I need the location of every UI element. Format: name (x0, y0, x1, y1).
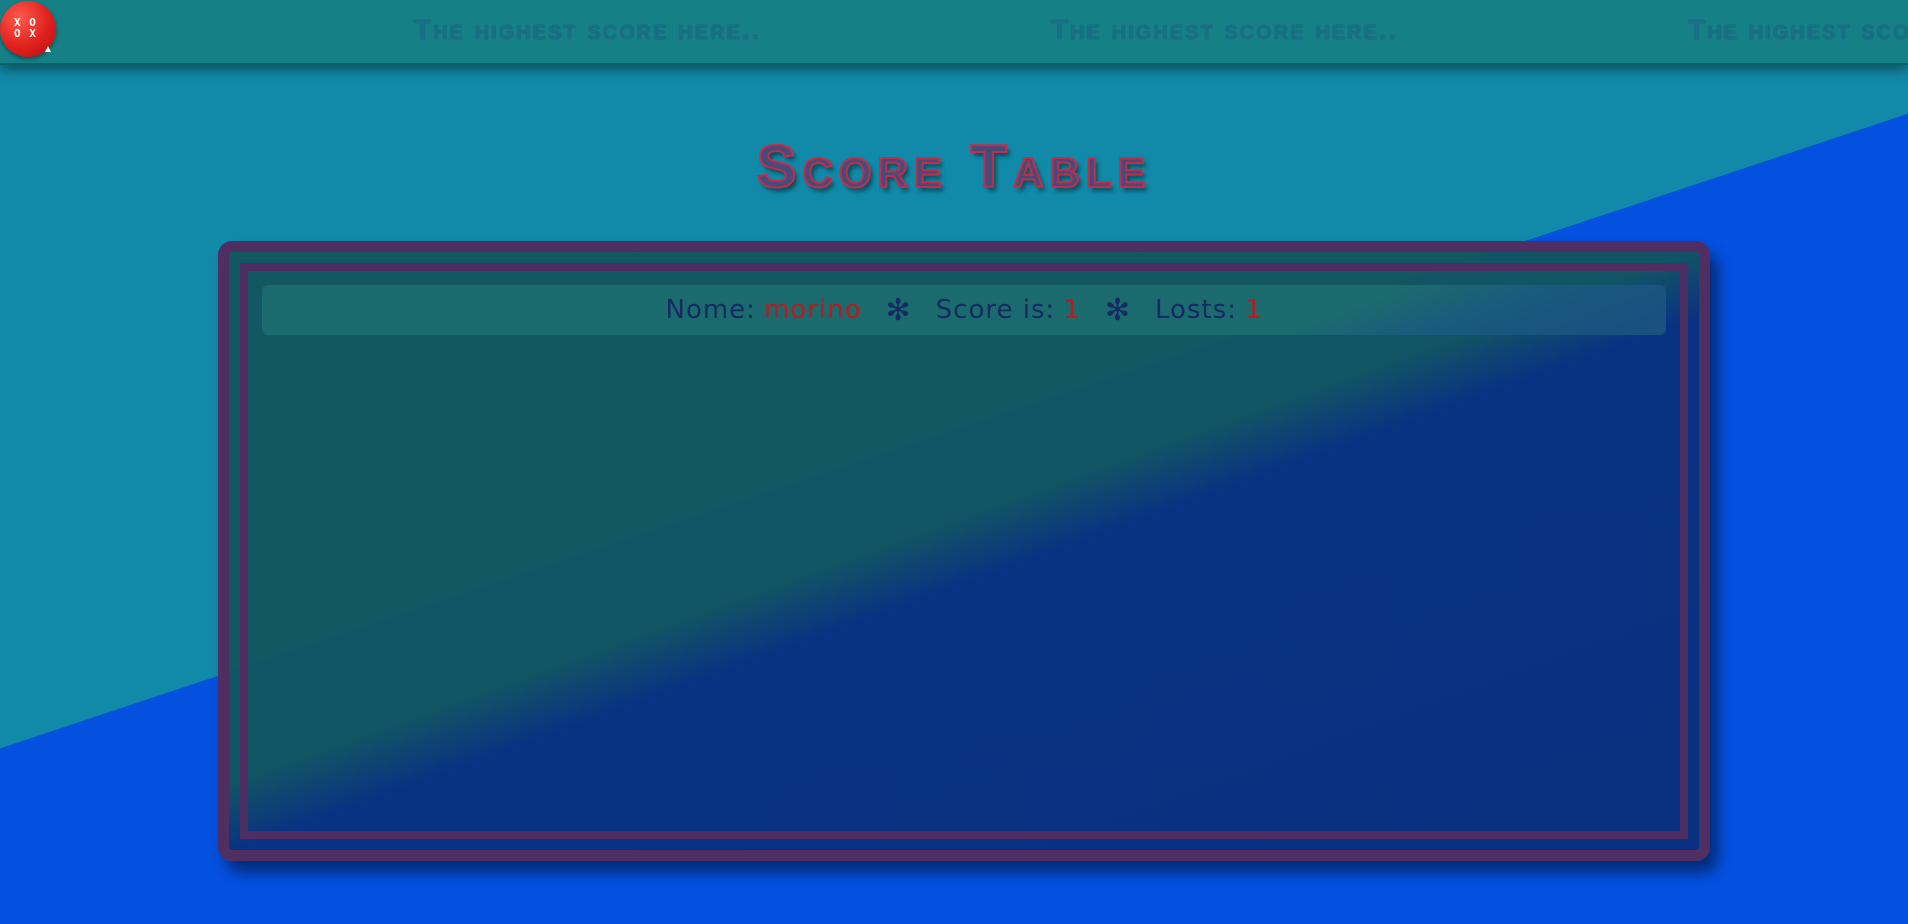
player-name: morino (763, 295, 862, 325)
score-table-panel: Nome: morino ✻ Score is: 1 ✻ Losts: 1 (218, 241, 1710, 861)
losts-label: Losts: (1154, 295, 1237, 325)
losts-value: 1 (1244, 295, 1263, 325)
score-table-inner-border (240, 263, 1688, 839)
marquee-text: The highest score here.. (1051, 14, 1399, 45)
marquee-text: The highest score here.. (414, 14, 762, 45)
marquee-text: The highest score here.. (1688, 14, 1908, 45)
page-title: Score Table (755, 132, 1152, 201)
score-label: Score is: (935, 295, 1056, 325)
separator-asterisk-icon: ✻ (1104, 292, 1131, 328)
separator-asterisk-icon: ✻ (885, 292, 912, 328)
score-value: 1 (1063, 295, 1081, 325)
name-label: Nome: (665, 295, 756, 325)
score-row: Nome: morino ✻ Score is: 1 ✻ Losts: 1 (262, 285, 1666, 335)
logo-grid-text: X O O X (14, 16, 37, 40)
tic-tac-toe-logo-icon[interactable]: X O O X (0, 1, 56, 57)
top-marquee-bar: X O O X The highest score here.. The hig… (0, 0, 1908, 65)
triangle-icon (45, 46, 51, 52)
